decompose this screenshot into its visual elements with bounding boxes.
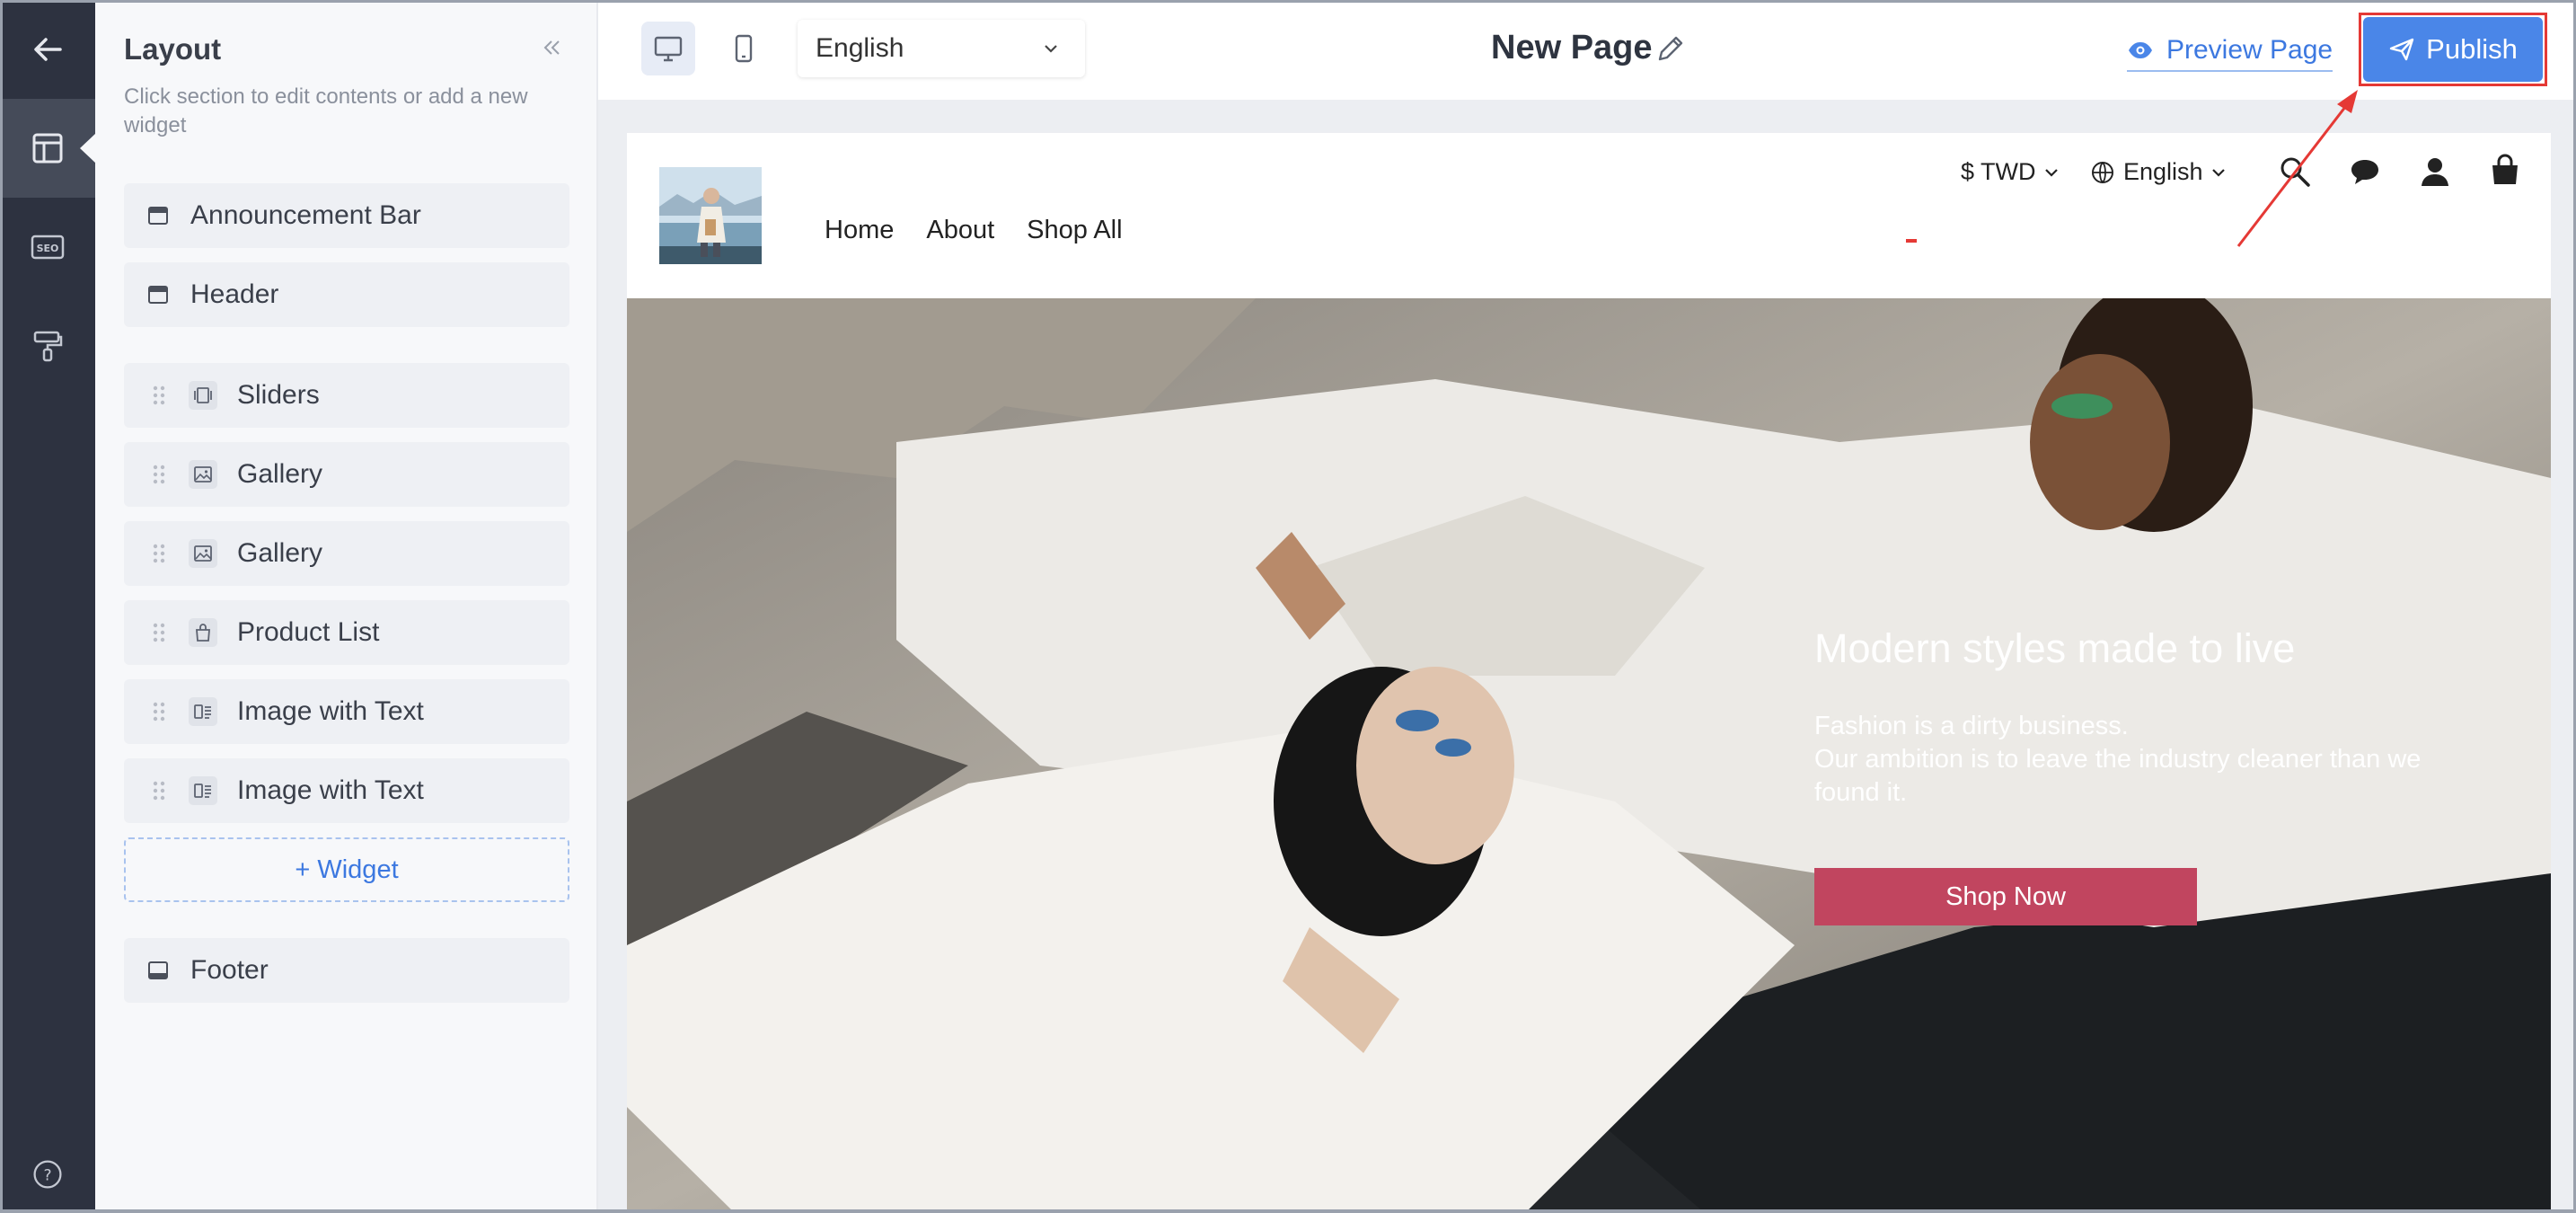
widget-label: Gallery [237,538,323,568]
image-text-icon [189,776,217,805]
hero-subtitle: Fashion is a dirty business. Our ambitio… [1814,710,2443,810]
language-select-value: English [816,33,904,63]
page-preview: Home About Shop All $ TWD English Modern… [627,133,2551,1213]
globe-icon [2092,161,2113,183]
publish-button[interactable]: Publish [2363,17,2543,82]
currency-selector[interactable]: $ TWD [1961,158,2061,186]
hero-title: Modern styles made to live [1814,625,2296,671]
shop-now-button[interactable]: Shop Now [1814,868,2197,925]
widget-label: Product List [237,617,380,647]
nav-about[interactable]: About [926,216,994,245]
editor-canvas: Home About Shop All $ TWD English Modern… [598,101,2576,1213]
section-bottom-icon [144,956,172,985]
widget-label: Image with Text [237,696,424,726]
user-icon[interactable] [2418,155,2452,189]
widget-label: Gallery [237,459,323,489]
section-top-icon [144,201,172,230]
help-button[interactable]: ? [0,1143,95,1206]
layout-icon [32,133,63,164]
image-icon [189,460,217,489]
hero-line-2: Our ambition is to leave the industry cl… [1814,745,2422,807]
back-arrow-icon [34,38,62,61]
layout-panel: Layout Click section to edit contents or… [95,0,598,1213]
paint-roller-icon [33,331,63,362]
seo-tab[interactable]: SEO [0,198,95,297]
svg-text:SEO: SEO [37,243,59,254]
section-announcement-bar[interactable]: Announcement Bar [124,183,569,248]
drag-handle-icon[interactable] [146,461,172,488]
hero-line-1: Fashion is a dirty business. [1814,712,2129,740]
image-text-icon [189,697,217,726]
drag-handle-icon[interactable] [146,777,172,804]
image-icon [189,539,217,568]
bag-icon [189,618,217,647]
language-select[interactable]: English [798,20,1085,77]
drag-handle-icon[interactable] [146,382,172,409]
svg-text:?: ? [43,1166,51,1184]
widget-sliders[interactable]: Sliders [124,363,569,428]
panel-title: Layout [124,32,222,66]
widget-image-with-text[interactable]: Image with Text [124,758,569,823]
section-label: Header [190,279,279,309]
widget-product-list[interactable]: Product List [124,600,569,665]
currency-value: $ TWD [1961,158,2036,185]
nav-shop-all[interactable]: Shop All [1027,216,1122,245]
widget-gallery[interactable]: Gallery [124,442,569,507]
site-nav: Home About Shop All [825,216,1123,245]
site-language-value: English [2123,158,2203,185]
widget-label: Sliders [237,380,320,410]
drag-handle-icon[interactable] [146,540,172,567]
seo-icon: SEO [31,235,65,260]
cart-icon[interactable] [2488,153,2522,187]
chevron-down-icon [1045,45,1057,53]
widget-label: Image with Text [237,775,424,805]
back-button[interactable] [0,0,95,99]
add-widget-button[interactable]: + Widget [124,837,569,902]
hero-slider[interactable]: Modern styles made to live Fashion is a … [627,298,2551,1213]
desktop-icon [654,36,683,62]
preview-label: Preview Page [2166,35,2333,65]
chevron-down-icon [2211,168,2225,177]
panel-description: Click section to edit contents or add a … [124,84,528,137]
widget-gallery[interactable]: Gallery [124,521,569,586]
mobile-icon [735,34,753,63]
slider-icon [189,381,217,410]
nav-home[interactable]: Home [825,216,894,245]
section-label: Footer [190,955,269,985]
widget-image-with-text[interactable]: Image with Text [124,679,569,744]
section-footer[interactable]: Footer [124,938,569,1003]
left-rail: SEO ? [0,0,96,1213]
annotation-mark [1906,239,1917,243]
collapse-icon[interactable] [537,34,564,61]
page-title: New Page [1491,29,1653,66]
edit-title-icon[interactable] [1654,32,1687,65]
layout-tab[interactable] [0,99,96,198]
section-label: Announcement Bar [190,200,421,230]
help-icon: ? [33,1160,62,1189]
desktop-view-button[interactable] [641,22,695,75]
annotation-arrow [2236,90,2358,247]
store-logo[interactable] [659,167,762,264]
site-language-selector[interactable]: English [2091,158,2228,186]
drag-handle-icon[interactable] [146,698,172,725]
mobile-view-button[interactable] [717,22,771,75]
publish-label: Publish [2426,33,2518,65]
preview-page-link[interactable]: Preview Page [2127,32,2333,72]
section-top-icon [144,280,172,309]
eye-icon [2129,42,2152,58]
paper-plane-icon [2389,38,2414,61]
chevron-down-icon [2044,168,2058,177]
theme-tab[interactable] [0,297,95,395]
section-header[interactable]: Header [124,262,569,327]
drag-handle-icon[interactable] [146,619,172,646]
